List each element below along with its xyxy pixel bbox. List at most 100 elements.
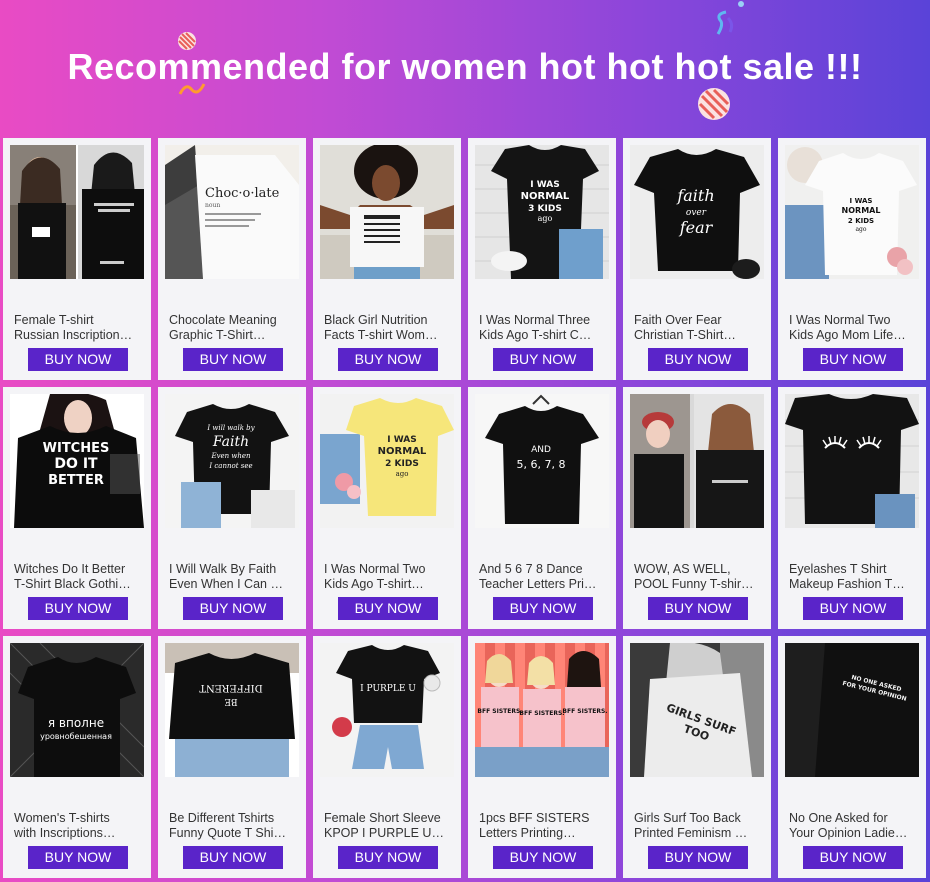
product-title[interactable]: Female Short Sleeve KPOP I PURPLE U… <box>324 811 452 841</box>
product-image[interactable]: I will walk by Faith Even when I cannot … <box>165 394 299 528</box>
svg-text:ago: ago <box>396 470 409 478</box>
buy-now-button[interactable]: BUY NOW <box>183 846 283 869</box>
product-card[interactable]: WITCHES DO IT BETTER Witches Do It Bette… <box>3 387 151 629</box>
product-title[interactable]: Female T-shirt Russian Inscription… <box>14 313 142 343</box>
product-image[interactable]: BE DIFFERENT <box>165 643 299 777</box>
product-title[interactable]: Black Girl Nutrition Facts T-shirt Wom… <box>324 313 452 343</box>
product-title[interactable]: WOW, AS WELL, POOL Funny T-shir… <box>634 562 762 592</box>
svg-text:я вполне: я вполне <box>48 716 104 730</box>
product-title[interactable]: Chocolate Meaning Graphic T-Shirt… <box>169 313 297 343</box>
product-image[interactable]: WITCHES DO IT BETTER <box>10 394 144 528</box>
product-image[interactable]: Choc·o·late noun <box>165 145 299 279</box>
product-title[interactable]: Girls Surf Too Back Printed Feminism … <box>634 811 762 841</box>
buy-now-button[interactable]: BUY NOW <box>338 846 438 869</box>
buy-now-button[interactable]: BUY NOW <box>493 348 593 371</box>
product-image[interactable]: I WAS NORMAL 2 KIDS ago <box>320 394 454 528</box>
product-image[interactable]: BFF SISTERS. BFF SISTERS. BFF SISTERS. <box>475 643 609 777</box>
product-grid: Female T-shirt Russian Inscription… BUY N… <box>3 138 927 882</box>
product-card[interactable]: I WAS NORMAL 3 KIDS ago I Was Normal Thr… <box>468 138 616 380</box>
product-image[interactable]: NO ONE ASKED FOR YOUR OPINION <box>785 643 919 777</box>
striped-ball-decoration <box>698 88 730 120</box>
product-card[interactable]: I will walk by Faith Even when I cannot … <box>158 387 306 629</box>
svg-text:noun: noun <box>205 202 220 209</box>
buy-now-button[interactable]: BUY NOW <box>648 348 748 371</box>
svg-text:ago: ago <box>855 226 866 233</box>
banner-header: Recommended for women hot hot hot sale !… <box>0 0 930 135</box>
svg-text:NORMAL: NORMAL <box>842 206 881 215</box>
svg-text:Choc·o·late: Choc·o·late <box>205 186 280 201</box>
product-image[interactable]: I PURPLE U <box>320 643 454 777</box>
buy-now-button[interactable]: BUY NOW <box>28 846 128 869</box>
buy-now-button[interactable]: BUY NOW <box>183 597 283 620</box>
buy-now-button[interactable]: BUY NOW <box>493 846 593 869</box>
product-title[interactable]: Faith Over Fear Christian T-Shirt… <box>634 313 762 343</box>
product-card[interactable]: я вполне уровнобешенная Women's T-shirts… <box>3 636 151 878</box>
svg-text:3 KIDS: 3 KIDS <box>528 204 562 214</box>
buy-now-button[interactable]: BUY NOW <box>338 348 438 371</box>
svg-text:I WAS: I WAS <box>850 197 873 205</box>
product-card[interactable]: I WAS NORMAL 2 KIDS ago I Was Normal Two… <box>778 138 926 380</box>
svg-text:AND: AND <box>531 445 551 455</box>
svg-text:2 KIDS: 2 KIDS <box>385 459 419 469</box>
product-image[interactable]: faith over fear <box>630 145 764 279</box>
product-title[interactable]: And 5 6 7 8 Dance Teacher Letters Pri… <box>479 562 607 592</box>
product-image[interactable]: I WAS NORMAL 2 KIDS ago <box>785 145 919 279</box>
product-card[interactable]: I WAS NORMAL 2 KIDS ago I Was Normal Two… <box>313 387 461 629</box>
svg-text:ago: ago <box>538 214 553 223</box>
product-card[interactable]: BFF SISTERS. BFF SISTERS. BFF SISTERS. 1… <box>468 636 616 878</box>
product-title[interactable]: I Will Walk By Faith Even When I Can … <box>169 562 297 592</box>
buy-now-button[interactable]: BUY NOW <box>338 597 438 620</box>
product-title[interactable]: 1pcs BFF SISTERS Letters Printing… <box>479 811 607 841</box>
svg-text:fear: fear <box>679 218 714 237</box>
buy-now-button[interactable]: BUY NOW <box>803 846 903 869</box>
product-card[interactable]: Black Girl Nutrition Facts T-shirt Wom… B… <box>313 138 461 380</box>
svg-text:уровнобешенная: уровнобешенная <box>40 732 112 741</box>
product-image[interactable] <box>320 145 454 279</box>
product-image[interactable]: I WAS NORMAL 3 KIDS ago <box>475 145 609 279</box>
product-image[interactable]: GIRLS SURF TOO <box>630 643 764 777</box>
product-title[interactable]: I Was Normal Two Kids Ago Mom Life… <box>789 313 917 343</box>
svg-text:I PURPLE U: I PURPLE U <box>360 684 416 694</box>
buy-now-button[interactable]: BUY NOW <box>648 846 748 869</box>
buy-now-button[interactable]: BUY NOW <box>803 597 903 620</box>
page-title: Recommended for women hot hot hot sale !… <box>67 46 863 87</box>
svg-text:I WAS: I WAS <box>387 435 416 445</box>
product-image[interactable] <box>10 145 144 279</box>
svg-text:DIFFERENT: DIFFERENT <box>199 682 263 693</box>
svg-text:I cannot see: I cannot see <box>208 462 252 470</box>
dot-decoration <box>738 1 744 7</box>
product-card[interactable]: faith over fear Faith Over Fear Christian… <box>623 138 771 380</box>
product-card[interactable]: Eyelashes T Shirt Makeup Fashion T… BUY N… <box>778 387 926 629</box>
product-card[interactable]: WOW, AS WELL, POOL Funny T-shir… BUY NOW <box>623 387 771 629</box>
product-title[interactable]: Be Different Tshirts Funny Quote T Shi… <box>169 811 297 841</box>
svg-text:BFF SISTERS.: BFF SISTERS. <box>519 710 564 717</box>
svg-text:Faith: Faith <box>212 434 249 450</box>
product-card[interactable]: BE DIFFERENT Be Different Tshirts Funny Q… <box>158 636 306 878</box>
product-card[interactable]: AND 5, 6, 7, 8 And 5 6 7 8 Dance Teacher … <box>468 387 616 629</box>
svg-text:I will walk by: I will walk by <box>206 424 255 432</box>
buy-now-button[interactable]: BUY NOW <box>28 348 128 371</box>
buy-now-button[interactable]: BUY NOW <box>648 597 748 620</box>
buy-now-button[interactable]: BUY NOW <box>803 348 903 371</box>
buy-now-button[interactable]: BUY NOW <box>183 348 283 371</box>
product-card[interactable]: NO ONE ASKED FOR YOUR OPINION No One Ask… <box>778 636 926 878</box>
product-title[interactable]: I Was Normal Three Kids Ago T-shirt C… <box>479 313 607 343</box>
product-title[interactable]: No One Asked for Your Opinion Ladie… <box>789 811 917 841</box>
product-title[interactable]: Witches Do It Better T-Shirt Black Gothi… <box>14 562 142 592</box>
svg-text:over: over <box>686 208 707 218</box>
product-card[interactable]: I PURPLE U Female Short Sleeve KPOP I PUR… <box>313 636 461 878</box>
product-card[interactable]: GIRLS SURF TOO Girls Surf Too Back Printe… <box>623 636 771 878</box>
svg-text:5, 6, 7, 8: 5, 6, 7, 8 <box>517 458 566 471</box>
product-image[interactable] <box>785 394 919 528</box>
buy-now-button[interactable]: BUY NOW <box>493 597 593 620</box>
product-image[interactable]: AND 5, 6, 7, 8 <box>475 394 609 528</box>
buy-now-button[interactable]: BUY NOW <box>28 597 128 620</box>
product-image[interactable]: я вполне уровнобешенная <box>10 643 144 777</box>
product-card[interactable]: Female T-shirt Russian Inscription… BUY N… <box>3 138 151 380</box>
product-title[interactable]: Women's T-shirts with Inscriptions… <box>14 811 142 841</box>
product-image[interactable] <box>630 394 764 528</box>
product-title[interactable]: I Was Normal Two Kids Ago T-shirt… <box>324 562 452 592</box>
product-card[interactable]: Choc·o·late noun Chocolate Meaning Graphi… <box>158 138 306 380</box>
svg-text:BE: BE <box>224 696 237 706</box>
product-title[interactable]: Eyelashes T Shirt Makeup Fashion T… <box>789 562 917 592</box>
